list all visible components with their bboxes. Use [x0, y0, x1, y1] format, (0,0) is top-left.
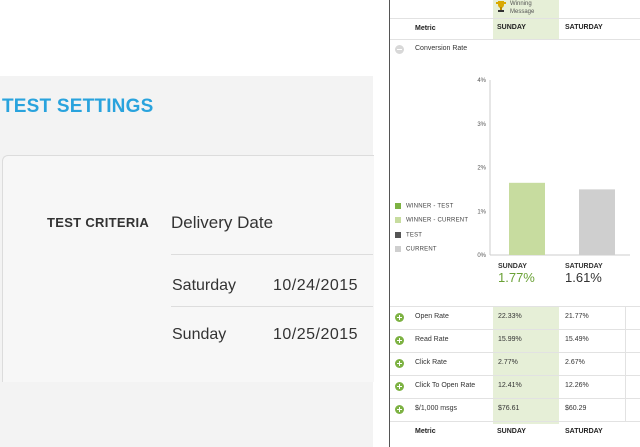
expand-icon[interactable] [395, 382, 404, 391]
legend-label: WINNER - TEST [406, 203, 454, 210]
metric-value-saturday: $60.29 [565, 405, 587, 412]
test-criteria-label: TEST CRITERIA [47, 215, 150, 230]
bar-sunday [509, 182, 545, 255]
legend-winner-test: WINNER - TEST [395, 203, 454, 210]
divider [625, 306, 626, 421]
metric-value-saturday: 12.26% [565, 382, 589, 389]
divider [390, 375, 640, 376]
metric-value-saturday: 2.67% [565, 359, 585, 366]
metric-value-sunday: 15.99% [498, 336, 522, 343]
header-sunday[interactable]: SUNDAY [497, 24, 526, 31]
metric-value-sunday: 2.77% [498, 359, 518, 366]
footer-saturday[interactable]: SATURDAY [565, 428, 603, 435]
y-tick-label: 2% [477, 166, 486, 172]
expand-icon[interactable] [395, 405, 404, 414]
expand-icon[interactable] [395, 313, 404, 322]
metric-label: $/1,000 msgs [415, 405, 458, 412]
option-day-sunday[interactable]: Sunday [172, 326, 226, 344]
summary-value-saturday: 1.61% [565, 270, 602, 285]
conversion-rate-chart: 4% 3% 2% 1% 0% [477, 78, 630, 259]
y-tick-label: 3% [477, 122, 486, 128]
trophy-icon [496, 1, 506, 12]
divider [390, 329, 640, 330]
metric-value-sunday: 22.33% [498, 313, 522, 320]
conversion-rate-label: Conversion Rate [415, 45, 468, 52]
test-criteria-value[interactable]: Delivery Date [171, 213, 273, 233]
metric-value-sunday: 12.41% [498, 382, 522, 389]
divider [171, 306, 373, 307]
bar-saturday [579, 189, 615, 255]
summary-day-saturday: SATURDAY [565, 263, 603, 270]
y-tick-label: 0% [477, 253, 486, 259]
metric-value-sunday: $76.61 [498, 405, 520, 412]
test-settings-title: TEST SETTINGS [2, 96, 154, 117]
y-tick-label: 4% [477, 78, 486, 84]
legend-swatch [395, 232, 401, 238]
winning-message-text: Winning Message [510, 1, 535, 15]
expand-icon[interactable] [395, 359, 404, 368]
test-criteria-card [2, 155, 374, 382]
summary-value-sunday: 1.77% [498, 270, 535, 285]
legend-winner-current: WINNER - CURRENT [395, 217, 468, 224]
divider [390, 352, 640, 353]
legend-current: CURRENT [395, 246, 437, 253]
y-tick-label: 1% [477, 209, 486, 215]
option-date-saturday[interactable]: 10/24/2015 [273, 277, 358, 295]
legend-test: TEST [395, 232, 422, 239]
header-saturday[interactable]: SATURDAY [565, 24, 603, 31]
footer-metric[interactable]: Metric [415, 428, 436, 435]
legend-label: TEST [406, 232, 423, 239]
divider [390, 306, 640, 307]
results-panel: Winning Message Metric SUNDAY SATURDAY C… [389, 0, 640, 447]
legend-label: CURRENT [406, 246, 437, 253]
divider [390, 398, 640, 399]
header-metric[interactable]: Metric [415, 25, 436, 32]
summary-day-sunday: SUNDAY [498, 263, 527, 270]
legend-label: WINNER - CURRENT [406, 217, 469, 224]
divider [390, 18, 640, 19]
metric-value-saturday: 15.49% [565, 336, 589, 343]
conversion-rate-row[interactable]: Conversion Rate [390, 40, 640, 58]
metric-label: Open Rate [415, 313, 449, 320]
divider [390, 421, 640, 422]
legend-swatch [395, 203, 401, 209]
legend-swatch [395, 217, 401, 223]
option-day-saturday[interactable]: Saturday [172, 277, 236, 295]
expand-icon[interactable] [395, 336, 404, 345]
metric-label: Click To Open Rate [415, 382, 476, 389]
metric-value-saturday: 21.77% [565, 313, 589, 320]
metric-label: Read Rate [415, 336, 449, 343]
collapse-icon[interactable] [395, 45, 404, 54]
legend-swatch [395, 246, 401, 252]
option-date-sunday[interactable]: 10/25/2015 [273, 326, 358, 344]
divider [171, 254, 373, 255]
footer-sunday[interactable]: SUNDAY [497, 428, 526, 435]
metric-label: Click Rate [415, 359, 447, 366]
